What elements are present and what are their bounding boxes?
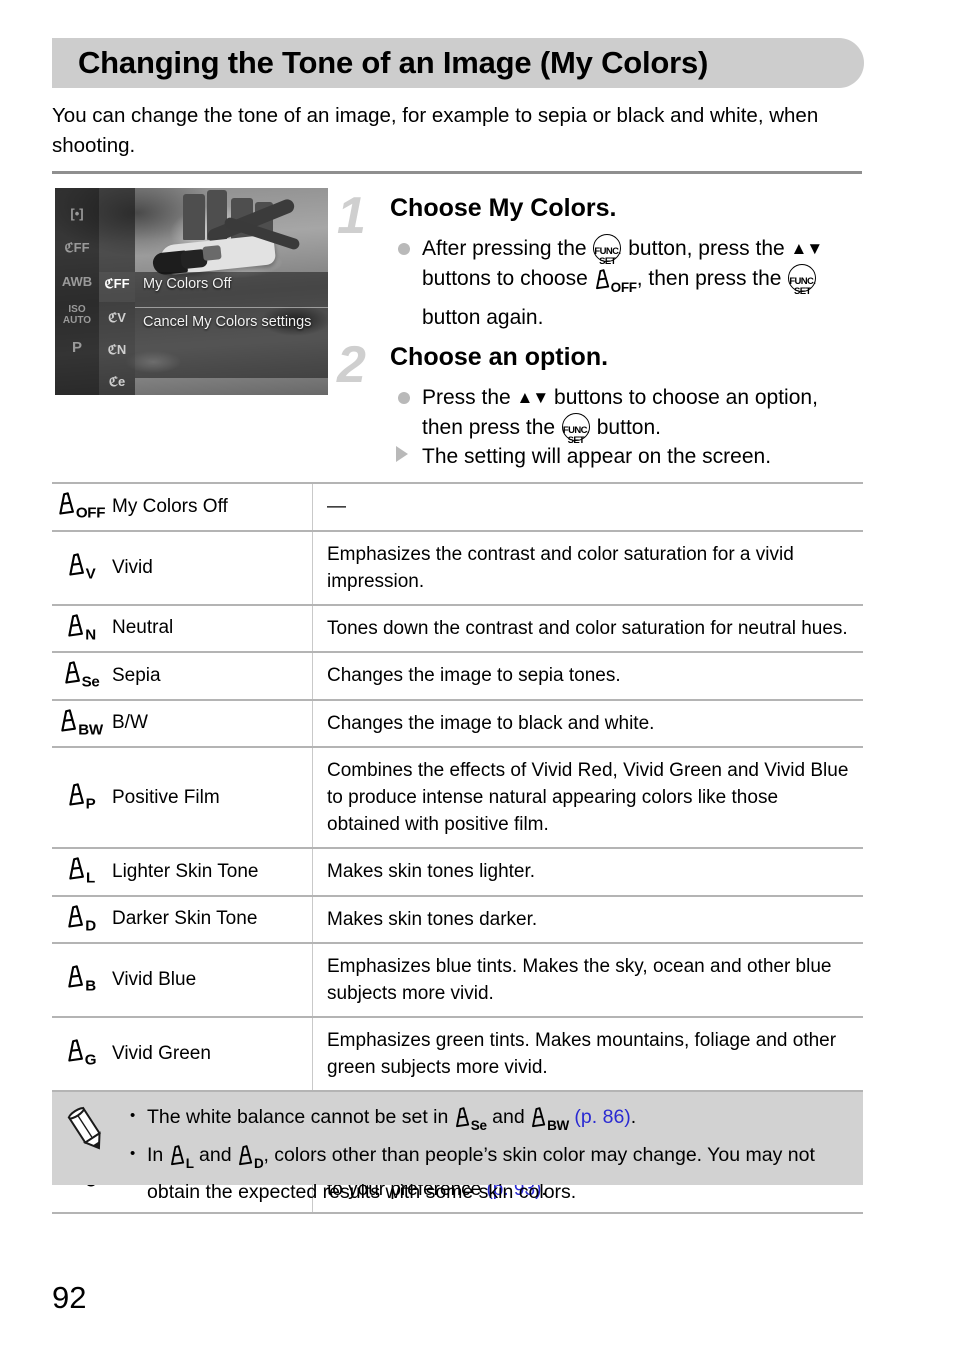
row-icon-cell: B	[52, 942, 110, 1018]
my-colors-icon: OFF	[594, 269, 637, 303]
page-reference-link[interactable]: (p. 86)	[574, 1106, 630, 1128]
row-option-name: Positive Film	[110, 746, 313, 849]
my-colors-icon: L	[67, 857, 95, 887]
row-icon-cell: N	[52, 603, 110, 653]
func-set-button-icon: FUNC. SET	[561, 413, 590, 446]
menu-option-neutral[interactable]: ℭN	[99, 342, 135, 357]
menu-option-sepia[interactable]: ℭe	[99, 374, 135, 389]
menu-option-off[interactable]: ℭFF	[99, 276, 135, 291]
row-description: Changes the image to sepia tones.	[312, 651, 863, 700]
screen-selected-label: My Colors Off	[143, 276, 232, 292]
camera-screen-preview: [•] ℭFF AWB ISO AUTO P ℭFF ℭV ℭN ℭe My Co…	[55, 188, 328, 395]
white-balance-icon: AWB	[61, 274, 93, 289]
row-icon-cell: P	[52, 746, 110, 849]
my-colors-icon: OFF	[57, 492, 105, 522]
func-set-button-icon: FUNC. SET	[788, 264, 817, 297]
iso-auto-icon: ISO AUTO	[62, 304, 92, 326]
table-row: N Neutral Tones down the contrast and colo…	[52, 603, 863, 653]
my-colors-icon: BW	[530, 1107, 569, 1140]
my-colors-icon: D	[237, 1145, 264, 1178]
my-colors-icon: G	[66, 1039, 97, 1069]
note-box: The white balance cannot be set in Se an…	[52, 1092, 863, 1203]
row-option-name: B/W	[110, 698, 313, 748]
row-icon-cell: D	[52, 894, 110, 944]
scene-object	[183, 194, 205, 240]
table-row: OFF My Colors Off —	[52, 482, 863, 531]
row-description: Makes skin tones darker.	[312, 894, 863, 944]
screen-second-menu-column: ℭFF ℭV ℭN ℭe	[99, 188, 135, 395]
step-1-bullet-1: After pressing the FUNC. SET button, pres…	[422, 233, 862, 333]
step-title-1: Choose My Colors.	[390, 194, 617, 222]
bullet-triangle-icon	[396, 446, 408, 462]
page-number: 92	[52, 1280, 87, 1315]
row-description: Tones down the contrast and color satura…	[312, 603, 863, 653]
note-list: The white balance cannot be set in Se an…	[130, 1102, 850, 1207]
screen-left-menu-column: [•] ℭFF AWB ISO AUTO P	[55, 188, 99, 395]
pencil-icon	[66, 1106, 106, 1157]
table-row: B Vivid Blue Emphasizes blue tints. Makes …	[52, 942, 863, 1018]
table-row: V Vivid Emphasizes the contrast and color …	[52, 529, 863, 605]
row-option-name: My Colors Off	[110, 482, 313, 531]
step-2-bullet-1: Press the ▲▼ buttons to choose an option…	[422, 382, 852, 446]
program-mode-icon: P	[71, 339, 82, 356]
step-2-bullet-2: The setting will appear on the screen.	[422, 445, 772, 468]
page-title: Changing the Tone of an Image (My Colors…	[78, 45, 709, 80]
step-number-2: 2	[337, 336, 366, 394]
menu-option-vivid[interactable]: ℭV	[99, 310, 135, 325]
my-colors-icon: P	[67, 783, 96, 812]
row-option-name: Darker Skin Tone	[110, 894, 313, 944]
up-down-buttons-icon: ▲▼	[790, 239, 824, 258]
row-option-name: Vivid Blue	[110, 942, 313, 1018]
horizontal-rule	[52, 171, 862, 174]
my-colors-icon: D	[66, 904, 96, 934]
row-option-name: Neutral	[110, 603, 313, 653]
my-colors-icon: L	[169, 1145, 194, 1178]
af-frame-icon: [•]	[70, 206, 84, 221]
row-icon-cell: V	[52, 529, 110, 605]
step-title-2: Choose an option.	[390, 343, 609, 371]
scene-object	[202, 245, 222, 261]
table-row: L Lighter Skin Tone Makes skin tones light…	[52, 847, 863, 896]
note-item: The white balance cannot be set in Se an…	[130, 1102, 850, 1140]
table-row: D Darker Skin Tone Makes skin tones darker…	[52, 894, 863, 944]
row-icon-cell: BW	[52, 698, 110, 748]
up-down-buttons-icon: ▲▼	[516, 388, 550, 407]
row-option-name: Sepia	[110, 651, 313, 700]
row-icon-cell: OFF	[52, 482, 110, 531]
table-row: Se Sepia Changes the image to sepia tones.	[52, 651, 863, 700]
step-number-1: 1	[337, 187, 366, 245]
row-icon-cell: Se	[52, 651, 110, 700]
screen-hint-text: Cancel My Colors settings	[143, 314, 312, 330]
row-option-name: Lighter Skin Tone	[110, 847, 313, 896]
row-icon-cell: L	[52, 847, 110, 896]
my-colors-icon: N	[66, 613, 96, 643]
row-icon-cell: G	[52, 1016, 110, 1092]
my-colors-off-icon: ℭFF	[64, 240, 90, 255]
row-description: Combines the effects of Vivid Red, Vivid…	[312, 746, 863, 849]
row-description: Changes the image to black and white.	[312, 698, 863, 748]
my-colors-icon: Se	[63, 661, 100, 691]
table-row: G Vivid Green Emphasizes green tints. Make…	[52, 1016, 863, 1092]
screen-panel-divider	[135, 307, 328, 308]
row-option-name: Vivid Green	[110, 1016, 313, 1092]
func-set-button-icon: FUNC. SET	[593, 234, 622, 267]
row-description: Makes skin tones lighter.	[312, 847, 863, 896]
bullet-dot-icon	[398, 243, 410, 255]
my-colors-icon: BW	[59, 708, 103, 738]
intro-paragraph: You can change the tone of an image, for…	[52, 104, 819, 157]
bullet-dot-icon	[398, 392, 410, 404]
table-row: P Positive Film Combines the effects of Vi…	[52, 746, 863, 849]
my-colors-icon: B	[66, 965, 96, 995]
my-colors-icon: Se	[454, 1107, 487, 1140]
row-description: —	[312, 482, 863, 531]
row-option-name: Vivid	[110, 529, 313, 605]
my-colors-icon: V	[67, 553, 96, 582]
table-row: BW B/W Changes the image to black and whit…	[52, 698, 863, 748]
row-description: Emphasizes blue tints. Makes the sky, oc…	[312, 942, 863, 1018]
note-item: In L and D, colors other than people’s s…	[130, 1140, 850, 1206]
row-description: Emphasizes the contrast and color satura…	[312, 529, 863, 605]
row-description: Emphasizes green tints. Makes mountains,…	[312, 1016, 863, 1092]
